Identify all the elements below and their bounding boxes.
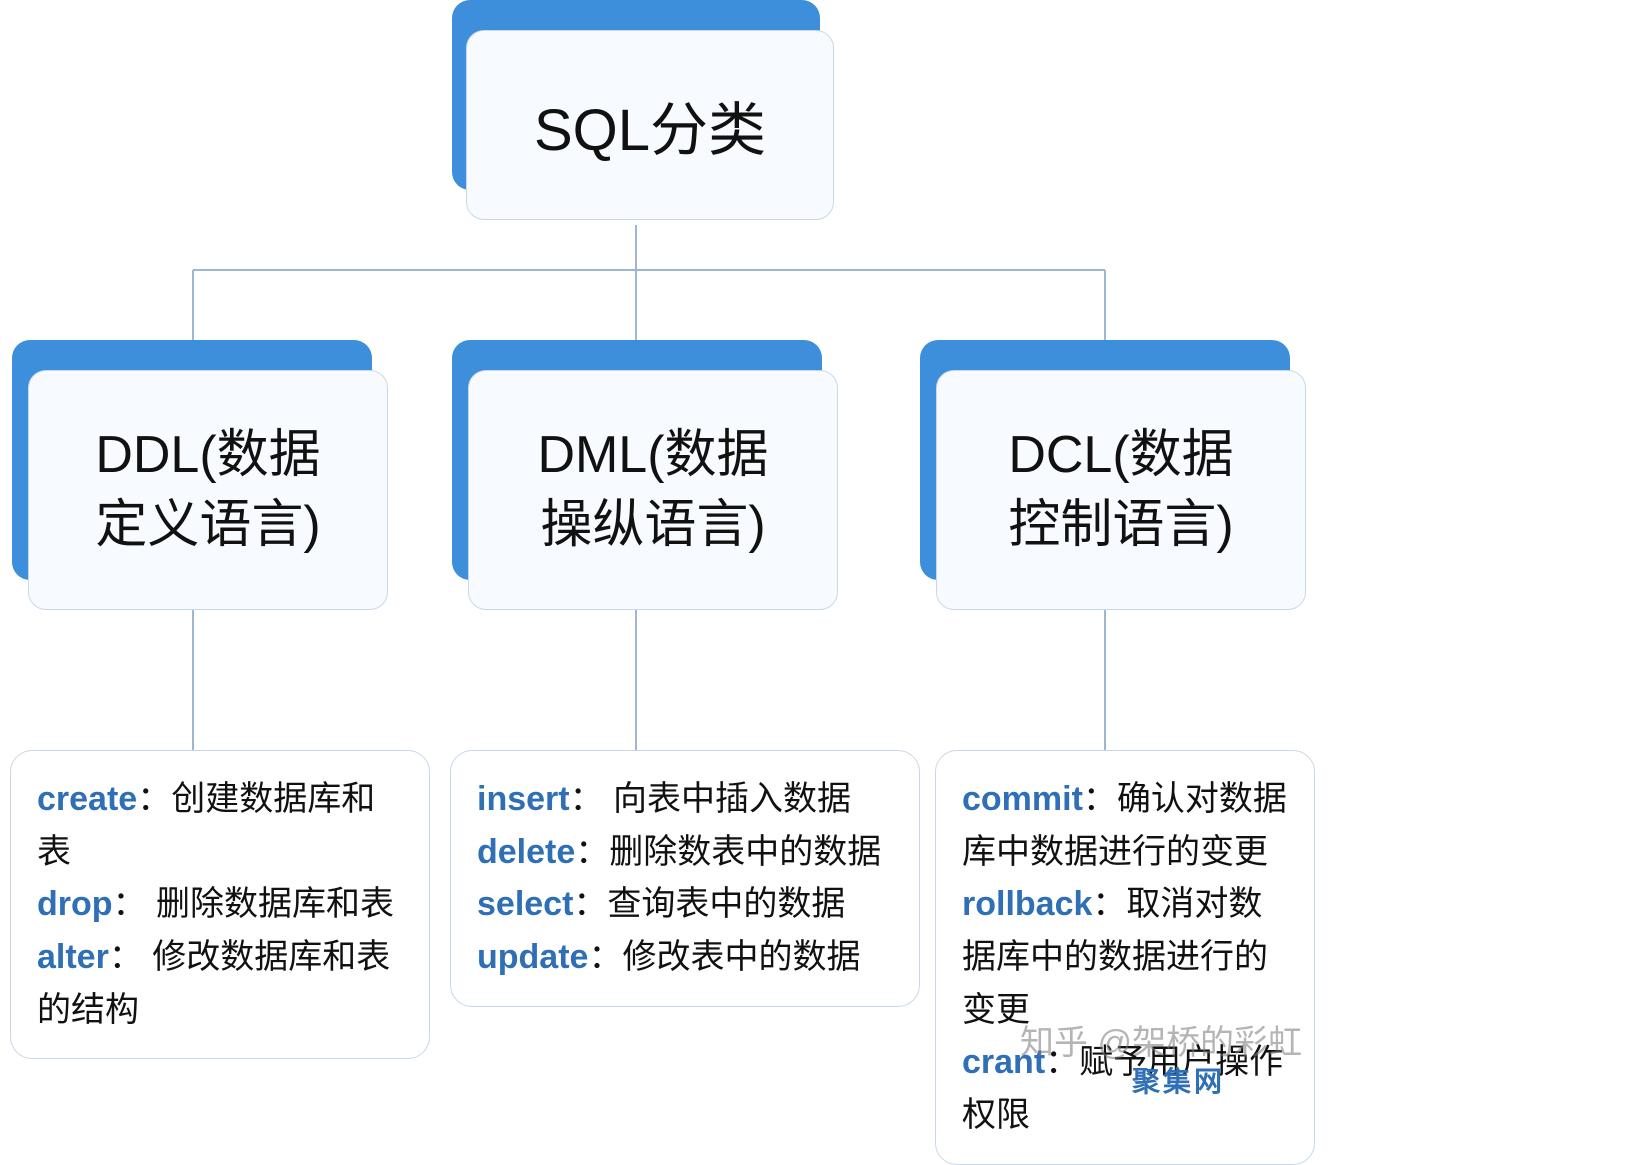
leaf-node-ddl: create：创建数据库和表 drop： 删除数据库和表 alter： 修改数据…: [10, 750, 430, 1059]
leaf-node-dml: insert： 向表中插入数据 delete：删除数表中的数据 select：查…: [450, 750, 920, 1007]
branch-title-line2: 定义语言): [95, 490, 320, 560]
leaf-item: drop： 删除数据库和表: [37, 878, 403, 931]
branch-title-line2: 操纵语言): [540, 490, 765, 560]
leaf-item: insert： 向表中插入数据: [477, 773, 893, 826]
branch-title-line1: DCL(数据: [1008, 420, 1233, 490]
leaf-item: select：查询表中的数据: [477, 878, 893, 931]
branch-title-line1: DML(数据: [537, 420, 768, 490]
branch-title-line2: 控制语言): [1008, 490, 1233, 560]
root-title: SQL分类: [534, 83, 766, 167]
leaf-item: commit：确认对数据库中数据进行的变更: [962, 773, 1288, 878]
leaf-item: update：修改表中的数据: [477, 931, 893, 984]
watermark-site: 聚集网: [1132, 1060, 1225, 1100]
leaf-node-dcl: commit：确认对数据库中数据进行的变更 rollback：取消对数据库中的数…: [935, 750, 1315, 1165]
watermark-zhihu: 知乎 @架桥的彩虹: [1020, 1015, 1302, 1064]
leaf-item: alter： 修改数据库和表的结构: [37, 931, 403, 1036]
leaf-item: delete：删除数表中的数据: [477, 826, 893, 879]
leaf-item: create：创建数据库和表: [37, 773, 403, 878]
branch-title-line1: DDL(数据: [95, 420, 320, 490]
leaf-item: rollback：取消对数据库中的数据进行的变更: [962, 878, 1288, 1036]
